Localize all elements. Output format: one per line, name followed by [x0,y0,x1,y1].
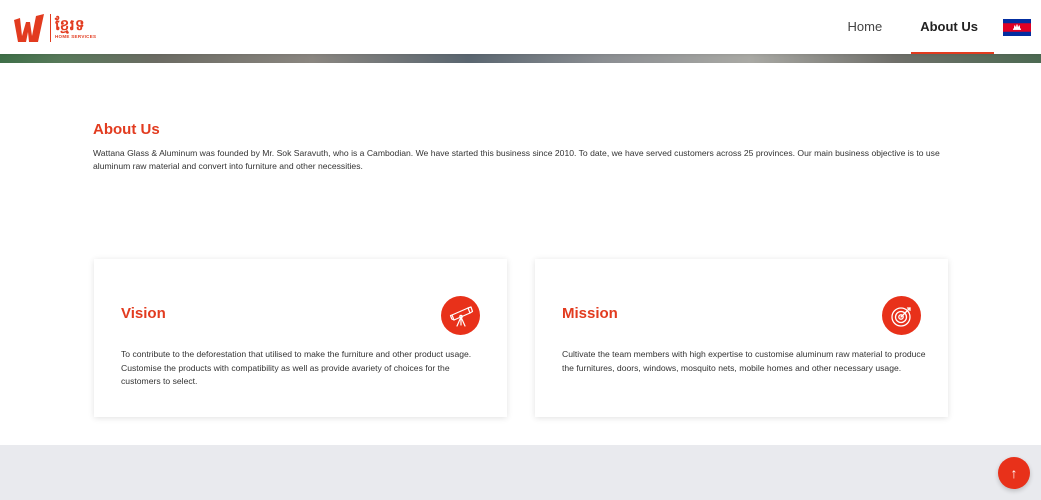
about-title: About Us [93,121,160,138]
vision-card: Vision To contribute to the deforestatio… [94,259,507,417]
about-description: Wattana Glass & Aluminum was founded by … [93,148,940,171]
telescope-icon [441,296,480,335]
logo-mark-icon [14,14,44,42]
arrow-up-icon: ↑ [1010,465,1018,481]
footer-band [0,445,1041,500]
target-icon [882,296,921,335]
cambodia-flag-icon[interactable] [1003,18,1031,36]
logo-khmer-text: ខ្មែរទ [55,16,86,34]
mission-title: Mission [562,305,618,322]
hero-image-strip [0,54,1041,63]
vision-title: Vision [121,305,166,322]
mission-text: Cultivate the team members with high exp… [562,349,926,373]
site-header: ខ្មែរទ HOME SERVICES Home About Us [0,0,1041,54]
nav-home[interactable]: Home [829,0,902,54]
main-nav: Home About Us [829,0,1031,54]
logo-subtitle: HOME SERVICES [55,34,97,39]
nav-about-us[interactable]: About Us [901,0,997,54]
logo-divider [50,14,51,42]
vision-text: To contribute to the deforestation that … [121,349,472,386]
logo-text: ខ្មែរទ HOME SERVICES [55,16,96,40]
brand-logo[interactable]: ខ្មែរទ HOME SERVICES [12,12,96,44]
mission-card: Mission Cultivate the team members with … [535,259,948,417]
scroll-to-top-button[interactable]: ↑ [998,457,1030,489]
